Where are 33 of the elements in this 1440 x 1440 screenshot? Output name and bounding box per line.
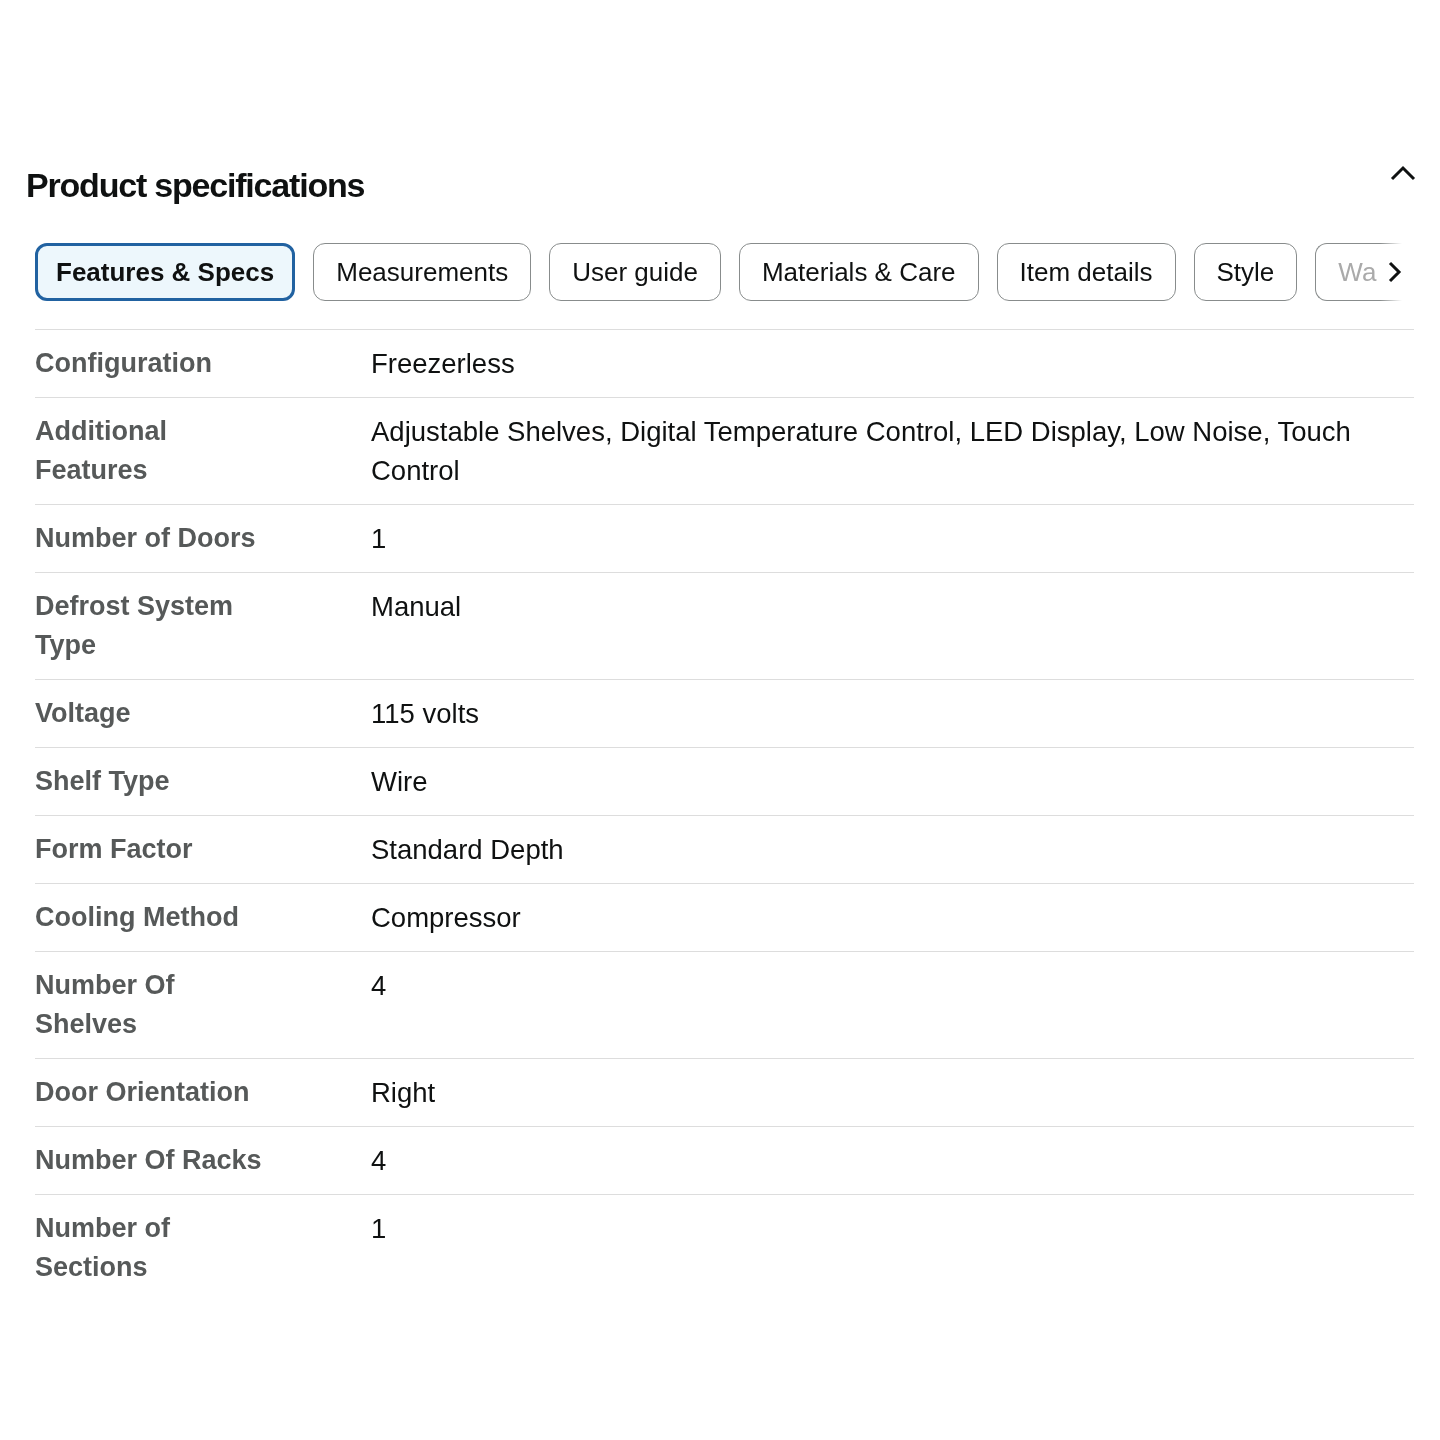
spec-label: Shelf Type bbox=[35, 765, 171, 798]
spec-label: Voltage bbox=[35, 697, 132, 730]
spec-value: Freezerless bbox=[371, 347, 516, 381]
tab[interactable]: Materials & Care bbox=[738, 243, 979, 301]
spec-label: Configuration bbox=[35, 347, 213, 380]
spec-label: Cooling Method bbox=[35, 901, 240, 934]
spec-value: Right bbox=[371, 1076, 437, 1110]
tab[interactable]: Item details bbox=[996, 243, 1176, 301]
spec-value: 4 bbox=[371, 969, 388, 1003]
spec-label: Defrost System Type bbox=[35, 590, 235, 662]
spec-value: 115 volts bbox=[371, 697, 481, 731]
spec-value: Adjustable Shelves, Digital Temperature Control, LED Display, Low Noise, Touch Control bbox=[371, 415, 1352, 488]
spec-value: Wire bbox=[371, 765, 429, 799]
spec-value: Compressor bbox=[371, 901, 522, 935]
spec-label: Number of Doors bbox=[35, 522, 257, 555]
spec-value: 1 bbox=[371, 522, 388, 556]
spec-label: Door Orientation bbox=[35, 1076, 251, 1109]
chevron-right-icon[interactable] bbox=[1388, 261, 1403, 283]
spec-value: Manual bbox=[371, 590, 463, 624]
collapse-icon[interactable] bbox=[1390, 164, 1416, 181]
spec-value: 4 bbox=[371, 1144, 388, 1178]
tab[interactable]: Features & Specs bbox=[35, 243, 296, 301]
spec-value: 1 bbox=[371, 1212, 388, 1246]
spec-label: Additional Features bbox=[35, 415, 168, 487]
spec-label: Number of Sections bbox=[35, 1212, 171, 1284]
spec-label: Number Of Racks bbox=[35, 1144, 263, 1177]
spec-label: Form Factor bbox=[35, 833, 194, 866]
spec-label: Number Of Shelves bbox=[35, 969, 176, 1041]
tab[interactable]: Measurements bbox=[313, 243, 532, 301]
tab[interactable]: User guide bbox=[549, 243, 721, 301]
tab[interactable]: Style bbox=[1193, 243, 1298, 301]
section-title: Product specifications bbox=[26, 165, 365, 205]
spec-value: Standard Depth bbox=[371, 833, 565, 867]
